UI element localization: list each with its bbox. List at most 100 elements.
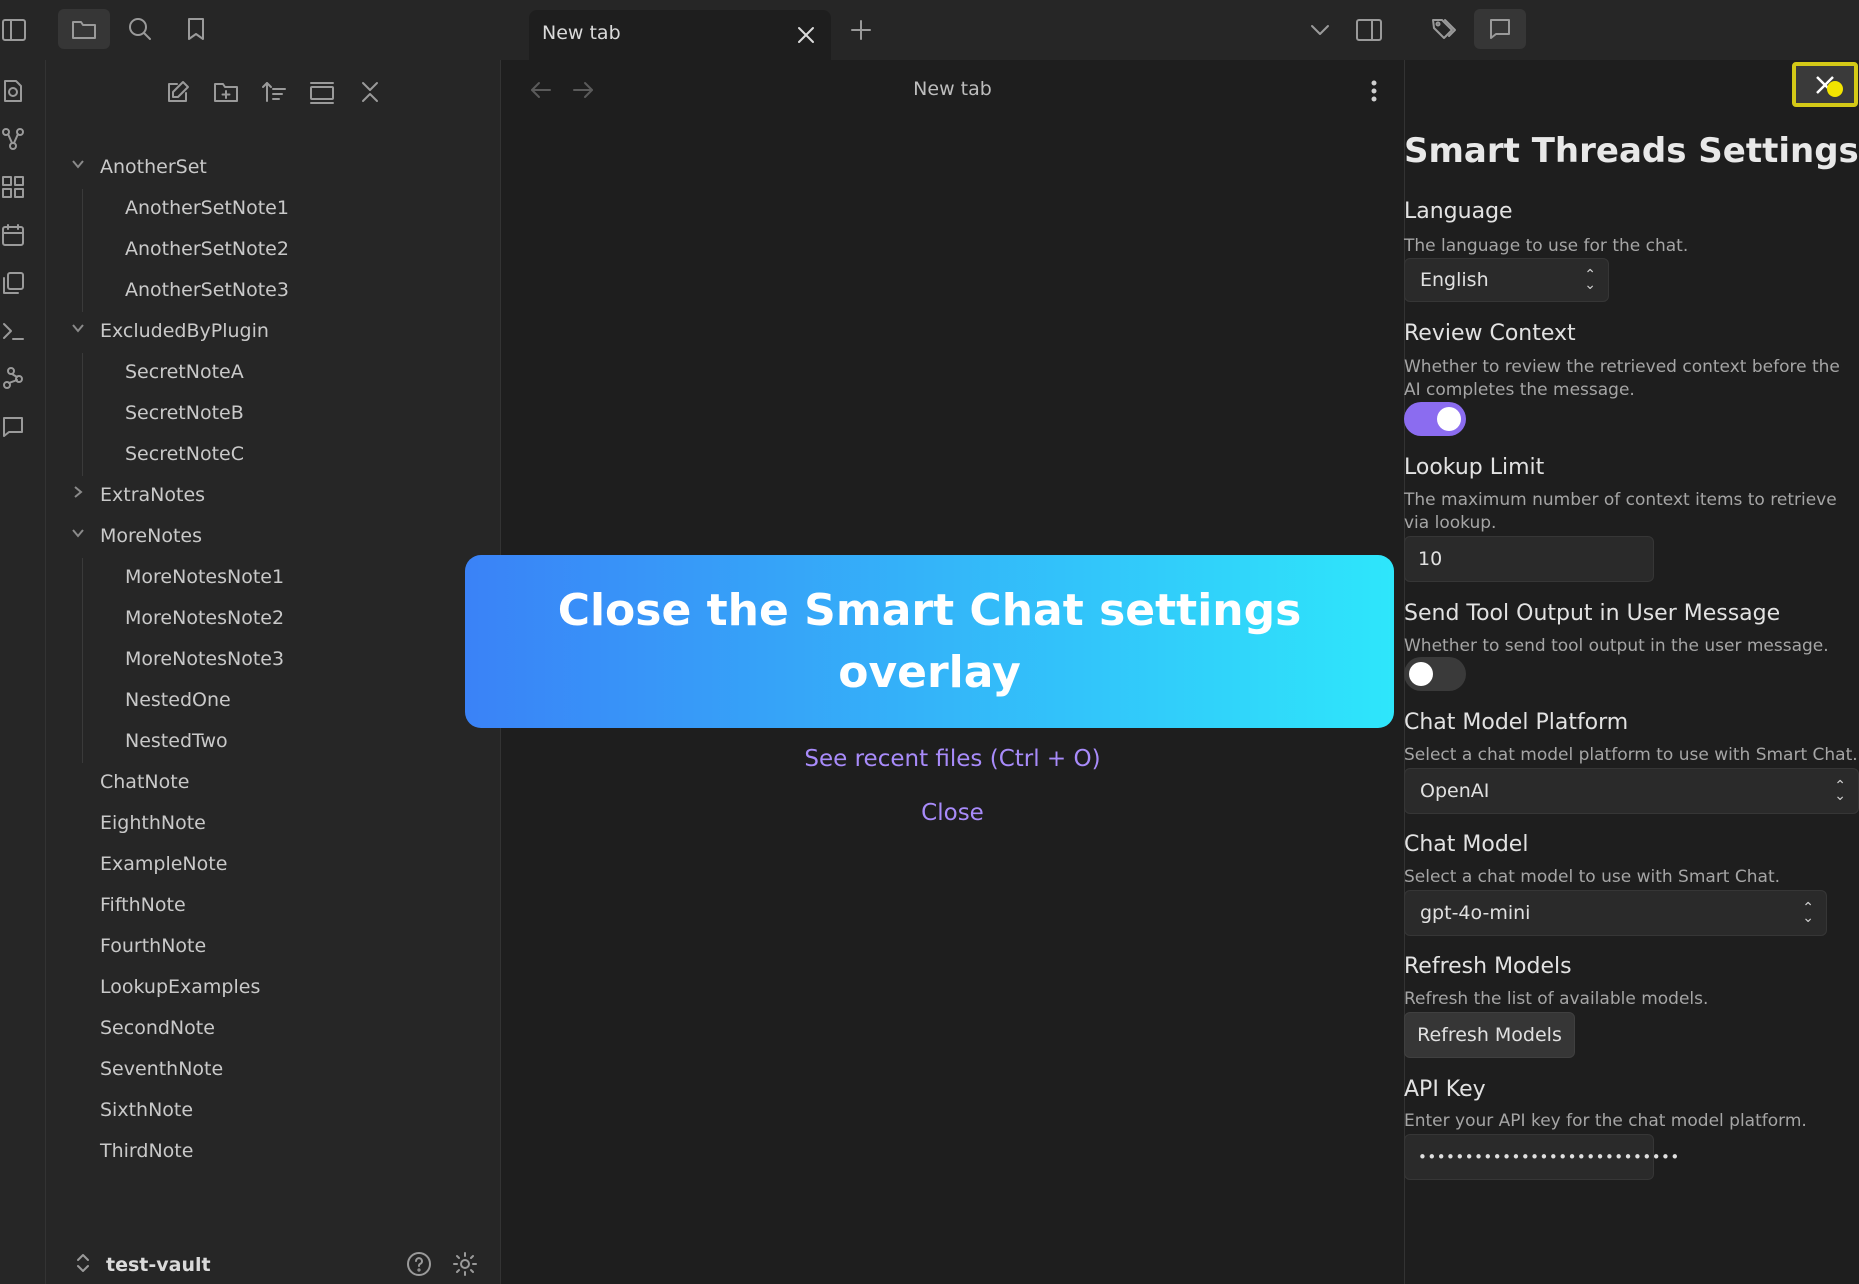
tree-item-label: LookupExamples: [100, 976, 261, 998]
recent-files-link[interactable]: See recent files (Ctrl + O): [501, 746, 1404, 772]
tree-file[interactable]: MoreNotesNote2: [125, 607, 284, 629]
chat-model-label: Chat Model: [1404, 832, 1529, 857]
chat-model-platform-value: OpenAI: [1420, 780, 1490, 802]
chat-model-platform-desc: Select a chat model platform to use with…: [1404, 745, 1858, 765]
sidebar-toggle-icon[interactable]: [0, 12, 30, 48]
chat-model-value: gpt-4o-mini: [1420, 902, 1531, 924]
canvas-icon[interactable]: [0, 172, 26, 202]
tree-item-label: FourthNote: [100, 935, 207, 957]
api-key-value: ••••••••••••••••••••••••••••: [1418, 1148, 1680, 1166]
api-key-label: API Key: [1404, 1077, 1486, 1102]
tree-folder[interactable]: AnotherSet: [72, 156, 207, 178]
send-tool-output-toggle[interactable]: [1404, 657, 1466, 691]
language-select[interactable]: English ⌃ ⌄: [1404, 258, 1609, 302]
lookup-limit-label: Lookup Limit: [1404, 455, 1545, 480]
tree-item-label: NestedTwo: [125, 730, 228, 752]
tree-folder[interactable]: ExtraNotes: [74, 484, 205, 506]
smart-connections-icon[interactable]: [0, 364, 26, 394]
tree-file[interactable]: SeventhNote: [100, 1058, 223, 1080]
auto-reveal-icon[interactable]: [306, 76, 338, 108]
chevron-down-icon: [70, 156, 90, 176]
tree-file[interactable]: FourthNote: [100, 935, 206, 957]
tags-tab-icon[interactable]: [1422, 9, 1466, 49]
close-link[interactable]: Close: [501, 800, 1404, 826]
new-tab-icon[interactable]: [846, 15, 876, 45]
tree-item-label: MoreNotesNote3: [125, 648, 285, 670]
tree-item-label: ChatNote: [100, 771, 190, 793]
tab-new-tab[interactable]: New tab: [529, 10, 831, 60]
chevron-down-icon: [70, 320, 90, 340]
send-tool-output-label: Send Tool Output in User Message: [1404, 601, 1781, 626]
bookmarks-tab-icon[interactable]: [174, 9, 218, 49]
tree-file[interactable]: ThirdNote: [100, 1140, 193, 1162]
tree-file[interactable]: NestedTwo: [125, 730, 228, 752]
right-sidebar-toggle-icon[interactable]: [1352, 12, 1386, 48]
tree-file[interactable]: SecretNoteC: [125, 443, 244, 465]
help-icon[interactable]: [404, 1249, 434, 1279]
left-ribbon: [0, 60, 46, 1284]
title-bar: New tab: [0, 0, 1859, 60]
new-note-icon[interactable]: [162, 76, 194, 108]
new-folder-icon[interactable]: [210, 76, 242, 108]
tree-item-label: AnotherSet: [100, 156, 207, 178]
vault-name[interactable]: test-vault: [106, 1254, 211, 1276]
editor-title: New tab: [913, 78, 992, 100]
tree-file[interactable]: SecondNote: [100, 1017, 215, 1039]
api-key-desc: Enter your API key for the chat model pl…: [1404, 1111, 1807, 1131]
tab-list-chevron-icon[interactable]: [1306, 16, 1334, 44]
api-key-input[interactable]: ••••••••••••••••••••••••••••: [1404, 1134, 1679, 1180]
tree-indent-guide: [82, 558, 83, 763]
tree-item-label: EighthNote: [100, 812, 206, 834]
tree-file[interactable]: AnotherSetNote2: [125, 238, 289, 260]
close-tab-icon[interactable]: [793, 22, 819, 48]
refresh-models-label: Refresh Models: [1404, 954, 1572, 979]
command-palette-icon[interactable]: [0, 316, 26, 346]
tree-file[interactable]: FifthNote: [100, 894, 186, 916]
close-settings-button[interactable]: [1792, 62, 1858, 107]
tree-file[interactable]: SecretNoteB: [125, 402, 244, 424]
smart-chat-icon[interactable]: [0, 412, 26, 442]
review-context-toggle[interactable]: [1404, 402, 1466, 436]
tree-file[interactable]: AnotherSetNote1: [125, 197, 289, 219]
file-explorer-tab-icon[interactable]: [58, 9, 110, 49]
instruction-overlay: Close the Smart Chat settings overlay: [465, 555, 1394, 728]
tree-item-label: ExcludedByPlugin: [100, 320, 269, 342]
calendar-icon[interactable]: [0, 220, 26, 250]
chat-model-select[interactable]: gpt-4o-mini ⌃ ⌄: [1404, 890, 1827, 936]
tree-file[interactable]: LookupExamples: [100, 976, 260, 998]
settings-gear-icon[interactable]: [450, 1249, 480, 1279]
select-chevron-icon: ⌃ ⌄: [1802, 900, 1814, 926]
tree-file[interactable]: EighthNote: [100, 812, 206, 834]
chat-tab-icon[interactable]: [1474, 9, 1526, 49]
overlay-text: Close the Smart Chat settings overlay: [557, 584, 1302, 698]
tree-file[interactable]: MoreNotesNote1: [125, 566, 284, 588]
lookup-limit-input[interactable]: 10: [1404, 536, 1654, 582]
tree-file[interactable]: ChatNote: [100, 771, 189, 793]
tree-file[interactable]: NestedOne: [125, 689, 231, 711]
tree-file[interactable]: AnotherSetNote3: [125, 279, 289, 301]
toggle-knob: [1437, 407, 1461, 431]
tree-folder[interactable]: ExcludedByPlugin: [72, 320, 269, 342]
templates-icon[interactable]: [0, 268, 26, 298]
tab-title: New tab: [542, 22, 621, 44]
chat-model-desc: Select a chat model to use with Smart Ch…: [1404, 867, 1781, 887]
tree-item-label: MoreNotesNote2: [125, 607, 285, 629]
chat-model-platform-select[interactable]: OpenAI ⌃ ⌄: [1404, 768, 1859, 814]
vault-switcher-chevron-icon[interactable]: [72, 1252, 94, 1274]
search-tab-icon[interactable]: [118, 9, 162, 49]
tree-file[interactable]: MoreNotesNote3: [125, 648, 284, 670]
tree-item-label: AnotherSetNote1: [125, 197, 289, 219]
tree-item-label: SecondNote: [100, 1017, 215, 1039]
chevron-right-icon: [70, 484, 90, 504]
tree-item-label: SecretNoteB: [125, 402, 244, 424]
refresh-models-button[interactable]: Refresh Models: [1404, 1012, 1575, 1058]
tree-file[interactable]: SecretNoteA: [125, 361, 244, 383]
collapse-all-icon[interactable]: [354, 76, 386, 108]
sort-icon[interactable]: [258, 76, 290, 108]
tree-folder[interactable]: MoreNotes: [72, 525, 202, 547]
tree-file[interactable]: SixthNote: [100, 1099, 193, 1121]
cursor-indicator: [1827, 81, 1843, 97]
switcher-icon[interactable]: [0, 76, 26, 106]
graph-view-icon[interactable]: [0, 124, 26, 154]
tree-file[interactable]: ExampleNote: [100, 853, 227, 875]
